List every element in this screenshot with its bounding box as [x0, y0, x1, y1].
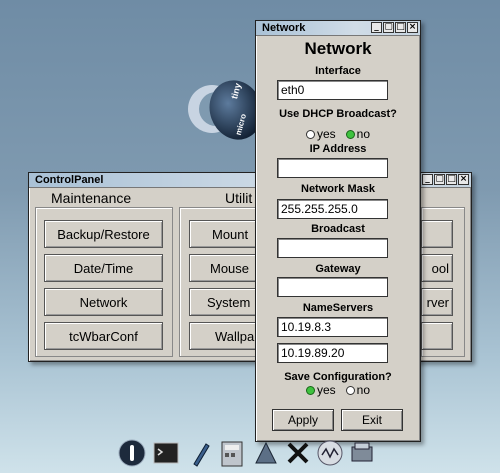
broadcast-input[interactable]: [277, 238, 388, 258]
gateway-label: Gateway: [315, 263, 361, 275]
ip-address-label: IP Address: [309, 143, 367, 155]
terminal-icon[interactable]: [152, 439, 180, 467]
editor-icon[interactable]: [186, 439, 214, 467]
dhcp-yes-label: yes: [316, 127, 336, 141]
ip-address-input[interactable]: [277, 158, 388, 178]
control-panel-title: ControlPanel: [35, 174, 104, 186]
date-time-button[interactable]: Date/Time: [44, 254, 163, 282]
broadcast-label: Broadcast: [311, 223, 365, 235]
dhcp-label: Use DHCP Broadcast?: [279, 108, 397, 120]
maintenance-title: Maintenance: [51, 190, 132, 206]
save-no-label: no: [356, 383, 371, 397]
calculator-icon[interactable]: [218, 439, 246, 467]
services-button-4[interactable]: [421, 322, 453, 350]
network-icon[interactable]: [316, 439, 344, 467]
dhcp-no-label: no: [356, 127, 371, 141]
network-button[interactable]: Network: [44, 288, 163, 316]
nameservers-label: NameServers: [302, 302, 374, 314]
restore-button[interactable]: ▢: [383, 22, 394, 33]
dhcp-radio-group: yes no: [256, 127, 420, 141]
dock: [118, 436, 388, 473]
interface-label: Interface: [315, 65, 361, 77]
interface-input[interactable]: eth0: [277, 80, 388, 100]
tools-icon[interactable]: [284, 439, 312, 467]
backup-restore-button[interactable]: Backup/Restore: [44, 220, 163, 248]
network-mask-input[interactable]: 255.255.255.0: [277, 199, 388, 219]
network-titlebar[interactable]: Network _ ▢ □ ×: [256, 21, 420, 36]
tcwbarconf-button[interactable]: tcWbarConf: [44, 322, 163, 350]
services-button-1[interactable]: [421, 220, 453, 248]
save-yes-label: yes: [316, 383, 336, 397]
power-icon[interactable]: [118, 439, 146, 467]
network-window-title: Network: [262, 22, 306, 34]
nameserver-1-input[interactable]: 10.19.8.3: [277, 317, 388, 337]
dhcp-yes-radio[interactable]: [305, 130, 315, 139]
save-radio-group: yes no: [256, 383, 420, 397]
maximize-button[interactable]: □: [395, 22, 406, 33]
dhcp-no-radio[interactable]: [345, 130, 355, 139]
close-button[interactable]: ×: [407, 22, 418, 33]
save-yes-radio[interactable]: [305, 386, 315, 395]
exit-button[interactable]: Exit: [341, 409, 403, 431]
save-config-label: Save Configuration?: [284, 371, 392, 383]
save-no-radio[interactable]: [345, 386, 355, 395]
maximize-button[interactable]: □: [446, 174, 457, 185]
services-button-server[interactable]: rver: [421, 288, 453, 316]
gateway-input[interactable]: [277, 277, 388, 297]
minimize-button[interactable]: _: [422, 174, 433, 185]
minimize-button[interactable]: _: [371, 22, 382, 33]
services-button-tool[interactable]: ool: [421, 254, 453, 282]
network-window: Network _ ▢ □ × Network Interface eth0 U…: [255, 20, 421, 442]
nameserver-2-input[interactable]: 10.19.89.20: [277, 343, 388, 363]
close-button[interactable]: ×: [458, 174, 469, 185]
network-mask-label: Network Mask: [301, 183, 375, 195]
mount-icon[interactable]: [252, 439, 280, 467]
utilities-title: Utilit: [225, 190, 253, 206]
apply-button[interactable]: Apply: [272, 409, 334, 431]
control-panel-icon[interactable]: [348, 439, 376, 467]
restore-button[interactable]: ▢: [434, 174, 445, 185]
network-heading: Network: [304, 39, 372, 58]
